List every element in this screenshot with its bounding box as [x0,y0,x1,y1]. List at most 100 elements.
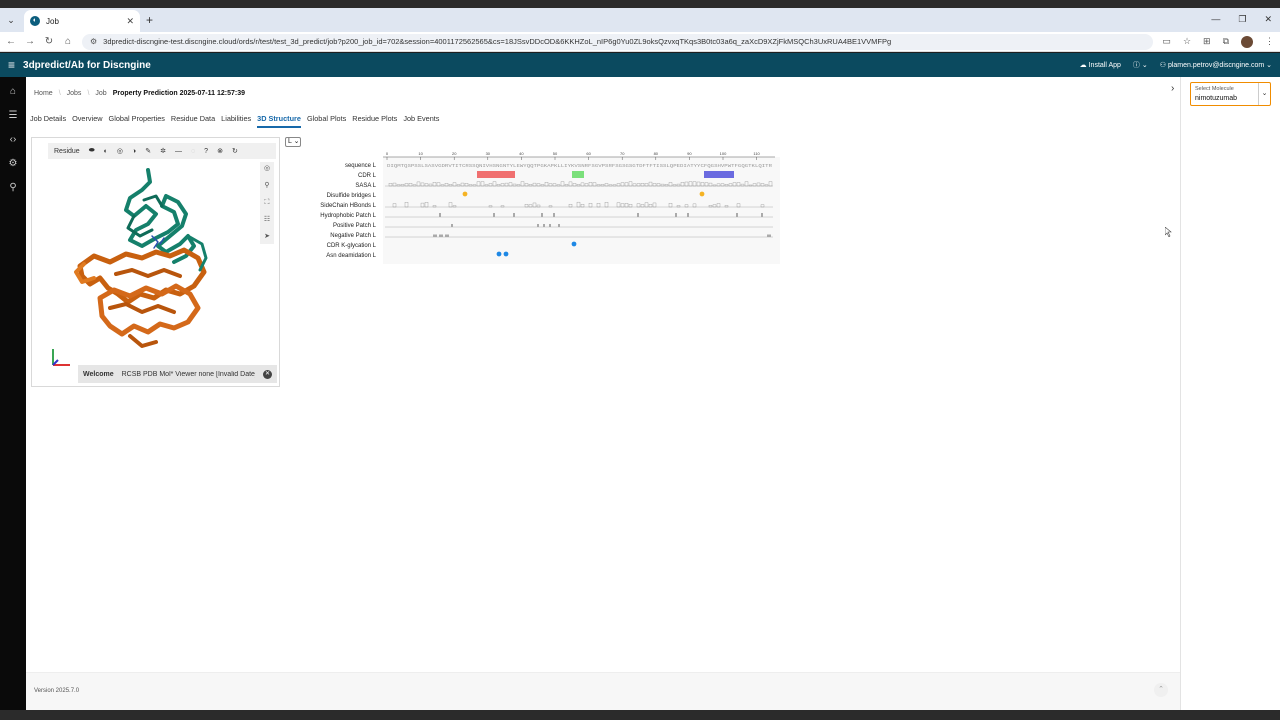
tab-global-properties[interactable]: Global Properties [109,114,165,128]
app-title[interactable]: 3dpredict/Ab for Discngine [23,60,1080,71]
back-icon[interactable]: ← [6,36,16,47]
hydrophobic-bar [541,213,543,217]
breadcrumb-jobs[interactable]: Jobs [67,90,82,97]
settings-sliders-icon[interactable]: ☷ [264,215,270,225]
breadcrumb-home[interactable]: Home [34,90,53,97]
glycation-marker [571,241,577,247]
track-plot[interactable]: 0 10 20 30 40 50 60 70 80 90 100 110 DIQMTQSPSSLSAS… [381,147,781,267]
translate-icon[interactable]: ⊞ [1203,36,1211,47]
log-close-icon[interactable]: ✕ [263,369,272,379]
ruler-tick-label: 110 [753,151,760,156]
forward-icon[interactable]: → [25,36,35,47]
tab-global-plots[interactable]: Global Plots [307,114,346,128]
viewer-side-controls: ◎ ⚲ ⛶ ☷ ➤ [260,162,274,244]
ruler-tick-label: 70 [620,151,625,156]
job-tabs: Job Details Overview Global Properties R… [30,114,439,128]
reload-icon[interactable]: ↻ [44,36,54,47]
tab-job-events[interactable]: Job Events [403,114,439,128]
nav-list-icon[interactable]: ☰ [6,109,20,123]
ruler-tick-label: 50 [553,151,558,156]
chain-select[interactable]: L ⌄ [285,137,301,147]
browser-menu-icon[interactable]: ⋮ [1265,36,1274,47]
user-menu[interactable]: ⚇ plamen.petrov@discngine.com ⌄ [1160,61,1272,69]
select-subtract-icon[interactable]: ◎ [117,147,123,155]
hydrophobic-bar [687,213,689,217]
track-label-glycation: CDR K-glycation L [326,243,376,249]
bookmark-star-icon[interactable]: ☆ [1183,36,1191,47]
clear-selection-icon[interactable]: ⊗ [217,147,223,155]
minimize-icon[interactable]: — [1211,8,1220,30]
ruler-tick-label: 90 [687,151,692,156]
sequence-letters: DIQMTQSPSSLSASVGDRVTITCRSSQNIVHSNGNTYLEW… [387,164,772,169]
site-info-icon[interactable]: ⚙ [90,37,97,46]
tab-overview[interactable]: Overview [72,114,102,128]
protein-cartoon[interactable] [70,166,220,358]
breadcrumb-job[interactable]: Job [95,90,106,97]
hydrophobic-bar [553,213,555,217]
chevron-down-icon[interactable]: ⌄ [1258,83,1270,105]
tab-close-icon[interactable]: ✕ [126,16,134,27]
reset-camera-icon[interactable]: ◎ [264,164,270,174]
nav-admin-icon[interactable]: ⚲ [6,181,20,195]
screenshot-icon[interactable]: ⚲ [264,181,269,191]
track-label-deamidation: Asn deamidation L [326,253,376,259]
tab-search-icon[interactable]: ⌄ [4,13,18,27]
paint-icon[interactable]: ✎ [145,147,151,155]
select-all-icon[interactable]: ⬬ [89,147,95,155]
window-close-icon[interactable]: ✕ [1264,8,1272,30]
negative-bar [445,234,449,237]
install-app-label: Install App [1088,62,1121,69]
component-icon[interactable]: ✲ [160,147,166,155]
extensions-icon[interactable]: ⧉ [1223,36,1229,47]
molecule-select-value: nimotuzumab [1195,95,1238,102]
tab-residue-data[interactable]: Residue Data [171,114,215,128]
track-label-disulfide: Disulfide bridges L [326,193,376,199]
track-labels: sequence L CDR L SASA L Disulfide bridge… [276,161,376,261]
hamburger-menu-icon[interactable]: ≡ [8,58,15,72]
breadcrumb-separator: \ [87,90,90,97]
molstar-viewer[interactable]: Residue ⬬ ◐ ◎ ◑ ✎ ✲ — ◌ ? ⊗ ↻ ◎ ⚲ ⛶ ☷ ➤ [31,137,280,387]
help-icon[interactable]: ? [204,148,208,155]
fullscreen-icon[interactable]: ⛶ [265,198,270,208]
profile-avatar[interactable] [1241,35,1253,48]
deamidation-marker [496,251,502,257]
new-tab-icon[interactable]: + [146,13,153,27]
address-bar-row: ← → ↻ ⌂ ⚙ 3dpredict-discngine-test.discn… [0,32,1280,52]
undo-icon[interactable]: ◌ [191,148,195,155]
track-label-positive: Positive Patch L [332,223,376,229]
tab-liabilities[interactable]: Liabilities [221,114,251,128]
url-field[interactable]: ⚙ 3dpredict-discngine-test.discngine.clo… [82,33,1154,50]
select-intersect-icon[interactable]: ◑ [132,148,136,155]
tab-3d-structure[interactable]: 3D Structure [257,114,301,128]
browser-tab-bar: ⌄ ◐ Job ✕ + — ❐ ✕ [0,8,1280,32]
home-icon[interactable]: ⌂ [63,36,73,47]
ruler-tick-label: 40 [519,151,524,156]
track-label-negative: Negative Patch L [330,233,376,239]
header-actions: ☁ Install App ⓘ ⌄ ⚇ plamen.petrov@discng… [1080,60,1272,70]
install-app-button[interactable]: ☁ Install App [1080,61,1121,69]
select-union-icon[interactable]: ◐ [104,148,108,155]
nav-settings-icon[interactable]: ⚙ [6,157,20,171]
tab-title: Job [46,16,59,26]
install-page-icon[interactable]: ▭ [1162,36,1171,47]
restore-icon[interactable]: ❐ [1238,8,1246,30]
tab-job-details[interactable]: Job Details [30,114,66,128]
tab-residue-plots[interactable]: Residue Plots [352,114,397,128]
cdr2-region [572,171,584,178]
version-label: Version 2025.7.0 [34,688,80,694]
cloud-download-icon: ☁ [1079,62,1089,69]
selection-mode-label[interactable]: Residue [54,148,80,155]
reset-icon[interactable]: ↻ [232,147,238,155]
molecule-select[interactable]: Select Molecule nimotuzumab ⌄ [1190,82,1271,106]
browser-tab[interactable]: ◐ Job ✕ [24,10,140,32]
remove-icon[interactable]: — [175,148,182,155]
nav-home-icon[interactable]: ⌂ [6,85,20,99]
positive-bar [451,224,453,227]
nav-code-icon[interactable]: ‹› [6,133,20,147]
help-menu-icon[interactable]: ⓘ ⌄ [1133,60,1148,70]
selection-cursor-icon[interactable]: ➤ [264,232,270,242]
tab-favicon-icon: ◐ [30,16,40,26]
scroll-top-icon[interactable]: ⌃ [1154,683,1168,697]
cdr1-region [477,171,515,178]
collapse-panel-icon[interactable]: › [1171,83,1174,94]
